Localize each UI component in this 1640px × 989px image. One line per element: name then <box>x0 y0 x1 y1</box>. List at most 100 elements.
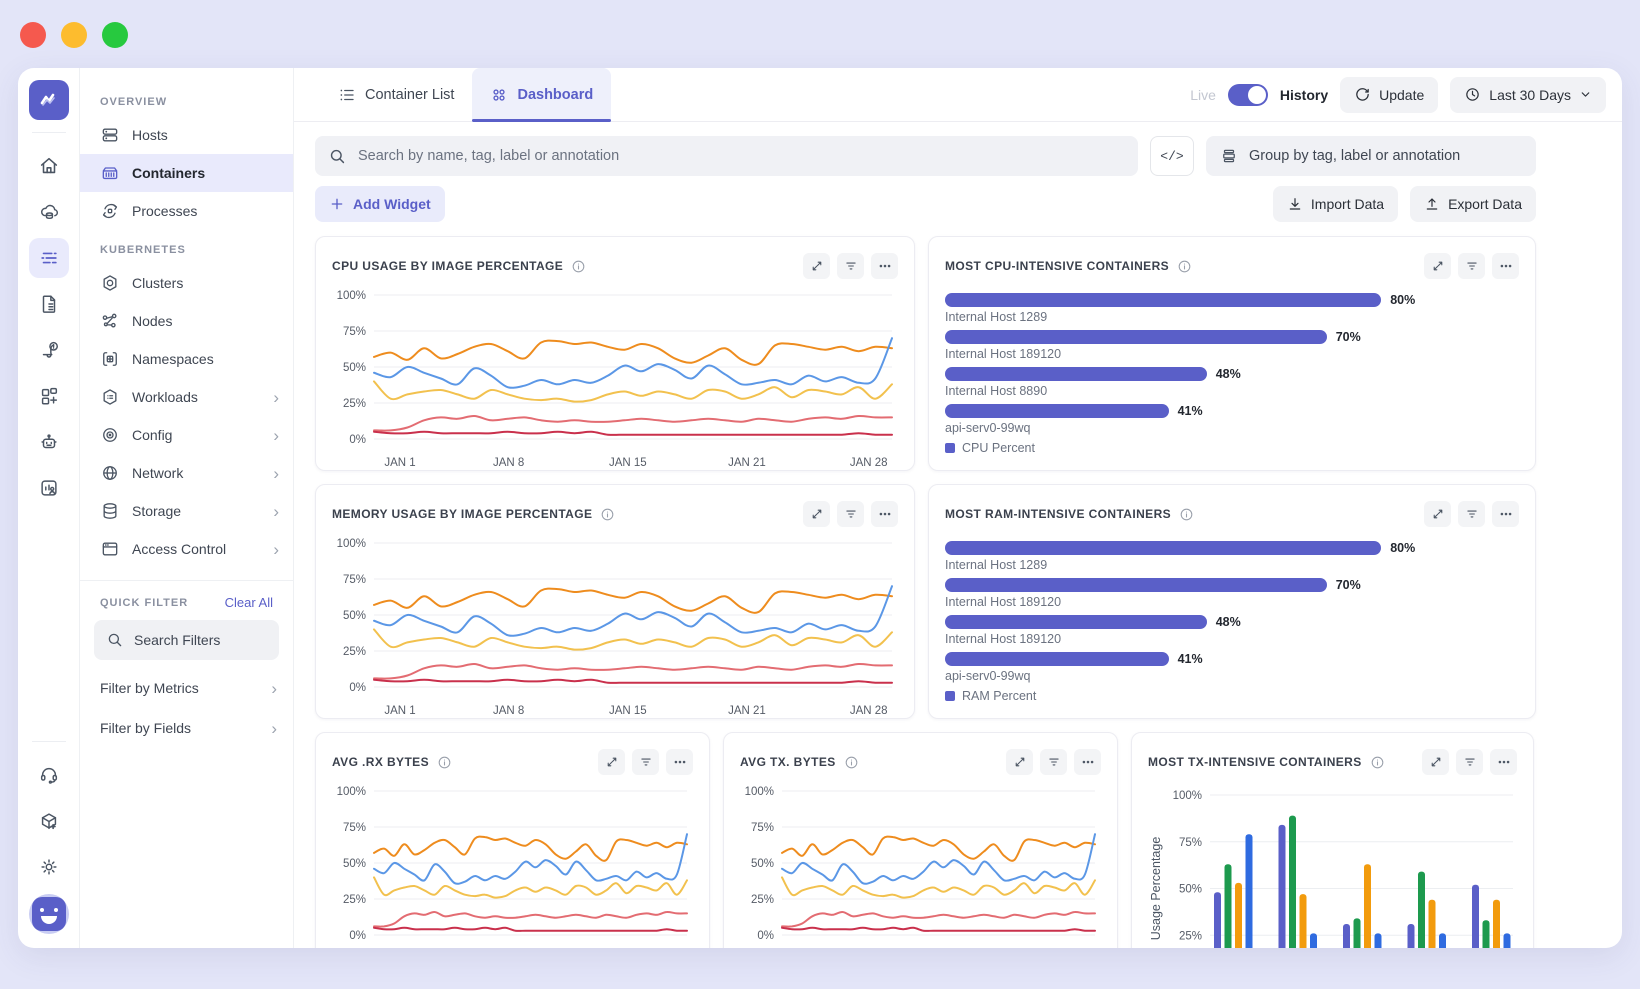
filter-button[interactable] <box>632 749 659 775</box>
live-history-toggle[interactable] <box>1228 84 1268 106</box>
more-options-button[interactable] <box>1074 749 1101 775</box>
svg-text:75%: 75% <box>343 326 366 338</box>
hbar-bar <box>945 404 1169 418</box>
hbar-row: 80%Internal Host 1289 <box>945 293 1519 324</box>
more-options-button[interactable] <box>871 501 898 527</box>
add-widget-button[interactable]: Add Widget <box>315 186 445 222</box>
svg-text:JAN 21: JAN 21 <box>728 705 766 717</box>
hbar-row: 80%Internal Host 1289 <box>945 541 1519 572</box>
expand-button[interactable] <box>1424 253 1451 279</box>
profile-avatar[interactable] <box>29 894 69 934</box>
filter-button[interactable] <box>1456 749 1483 775</box>
close-window-button[interactable] <box>20 22 46 48</box>
main-search-input[interactable]: Search by name, tag, label or annotation <box>315 136 1138 176</box>
actions-row: Add Widget Import Data Export Data <box>294 186 1622 222</box>
add-widget-label: Add Widget <box>353 196 431 212</box>
sidebar-item-namespaces[interactable]: Namespaces <box>80 340 293 378</box>
sidebar-item-config[interactable]: Config › <box>80 416 293 454</box>
cpu-intensive-bar-chart[interactable]: 80%Internal Host 128970%Internal Host 18… <box>945 285 1519 435</box>
sidebar-item-hosts[interactable]: Hosts <box>80 116 293 154</box>
expand-button[interactable] <box>803 501 830 527</box>
rail-widgets-button[interactable] <box>29 376 69 416</box>
app-logo[interactable] <box>29 80 69 120</box>
filter-button[interactable] <box>837 501 864 527</box>
group-by-button[interactable]: Group by tag, label or annotation <box>1206 136 1536 176</box>
filter-button[interactable] <box>837 253 864 279</box>
hbar-value: 48% <box>1216 615 1241 629</box>
tab-dashboard[interactable]: Dashboard <box>472 68 611 122</box>
rail-document-button[interactable] <box>29 284 69 324</box>
expand-icon <box>1431 507 1445 521</box>
chevron-down-icon <box>1579 88 1592 101</box>
rail-insights-button[interactable] <box>29 468 69 508</box>
sidebar-item-label: Processes <box>132 203 197 219</box>
avg-tx-line-chart[interactable]: 100%75%50%25%0%JAN 1JAN 8JAN 15JAN 21JAN… <box>740 781 1101 948</box>
filter-icon <box>1463 755 1477 769</box>
rail-alerts-button[interactable] <box>29 330 69 370</box>
filter-by-fields[interactable]: Filter by Fields › <box>80 708 293 748</box>
filter-button[interactable] <box>1458 253 1485 279</box>
update-button[interactable]: Update <box>1340 77 1438 113</box>
more-options-button[interactable] <box>1490 749 1517 775</box>
code-icon: </> <box>1160 149 1183 164</box>
avg-rx-line-chart[interactable]: 100%75%50%25%0%JAN 1JAN 8JAN 15JAN 21JAN… <box>332 781 693 948</box>
filter-button[interactable] <box>1040 749 1067 775</box>
hbar-value: 70% <box>1336 330 1361 344</box>
rail-home-button[interactable] <box>29 146 69 186</box>
minimize-window-button[interactable] <box>61 22 87 48</box>
more-options-button[interactable] <box>1492 253 1519 279</box>
svg-text:JAN 1: JAN 1 <box>384 705 415 717</box>
network-globe-icon <box>100 463 120 483</box>
search-filters-input[interactable]: Search Filters <box>94 620 279 660</box>
tab-container-list[interactable]: Container List <box>320 68 472 122</box>
chevron-right-icon: › <box>273 503 279 520</box>
cpu-usage-line-chart[interactable]: 100%75%50%25%0%JAN 1JAN 8JAN 15JAN 21JAN… <box>332 285 898 471</box>
zoom-window-button[interactable] <box>102 22 128 48</box>
sidebar-item-access-control[interactable]: Access Control › <box>80 530 293 568</box>
import-data-label: Import Data <box>1311 196 1384 212</box>
date-range-select[interactable]: Last 30 Days <box>1450 77 1606 113</box>
sidebar-item-workloads[interactable]: Workloads › <box>80 378 293 416</box>
more-options-button[interactable] <box>1492 501 1519 527</box>
sidebar-item-containers[interactable]: Containers <box>80 154 293 192</box>
upload-icon <box>1424 196 1440 212</box>
expand-icon <box>1429 755 1443 769</box>
sidebar-item-nodes[interactable]: Nodes <box>80 302 293 340</box>
rail-settings-button[interactable] <box>29 847 69 887</box>
rail-integrations-button[interactable] <box>29 801 69 841</box>
expand-button[interactable] <box>598 749 625 775</box>
rail-logs-button[interactable] <box>29 238 69 278</box>
query-code-button[interactable]: </> <box>1150 136 1194 176</box>
filter-by-metrics[interactable]: Filter by Metrics › <box>80 668 293 708</box>
expand-button[interactable] <box>1422 749 1449 775</box>
more-options-button[interactable] <box>871 253 898 279</box>
tx-intensive-grouped-bar-chart[interactable]: Usage Percentage100%75%50%25% <box>1148 781 1517 948</box>
rail-assistant-button[interactable] <box>29 422 69 462</box>
svg-text:75%: 75% <box>343 822 366 834</box>
expand-button[interactable] <box>1006 749 1033 775</box>
import-data-button[interactable]: Import Data <box>1273 186 1398 222</box>
info-icon <box>571 259 586 274</box>
card-memory-usage: MEMORY USAGE BY IMAGE PERCENTAGE 100%75%… <box>315 484 915 719</box>
hbar-row: 48%Internal Host 8890 <box>945 367 1519 398</box>
rail-support-button[interactable] <box>29 755 69 795</box>
sidebar-item-processes[interactable]: Processes <box>80 192 293 230</box>
memory-usage-line-chart[interactable]: 100%75%50%25%0%JAN 1JAN 8JAN 15JAN 21JAN… <box>332 533 898 719</box>
filter-button[interactable] <box>1458 501 1485 527</box>
more-options-button[interactable] <box>666 749 693 775</box>
hbar-label: api-serv0-99wq <box>945 421 1519 435</box>
export-data-button[interactable]: Export Data <box>1410 186 1536 222</box>
config-icon <box>100 425 120 445</box>
expand-button[interactable] <box>803 253 830 279</box>
clear-all-link[interactable]: Clear All <box>225 595 273 610</box>
sidebar-item-storage[interactable]: Storage › <box>80 492 293 530</box>
sidebar-item-clusters[interactable]: Clusters <box>80 264 293 302</box>
clock-icon <box>1464 86 1481 103</box>
hbar-value: 48% <box>1216 367 1241 381</box>
expand-button[interactable] <box>1424 501 1451 527</box>
ram-intensive-bar-chart[interactable]: 80%Internal Host 128970%Internal Host 18… <box>945 533 1519 683</box>
rail-cloud-data-button[interactable] <box>29 192 69 232</box>
sidebar-item-network[interactable]: Network › <box>80 454 293 492</box>
svg-text:0%: 0% <box>349 930 366 942</box>
home-icon <box>38 155 60 177</box>
